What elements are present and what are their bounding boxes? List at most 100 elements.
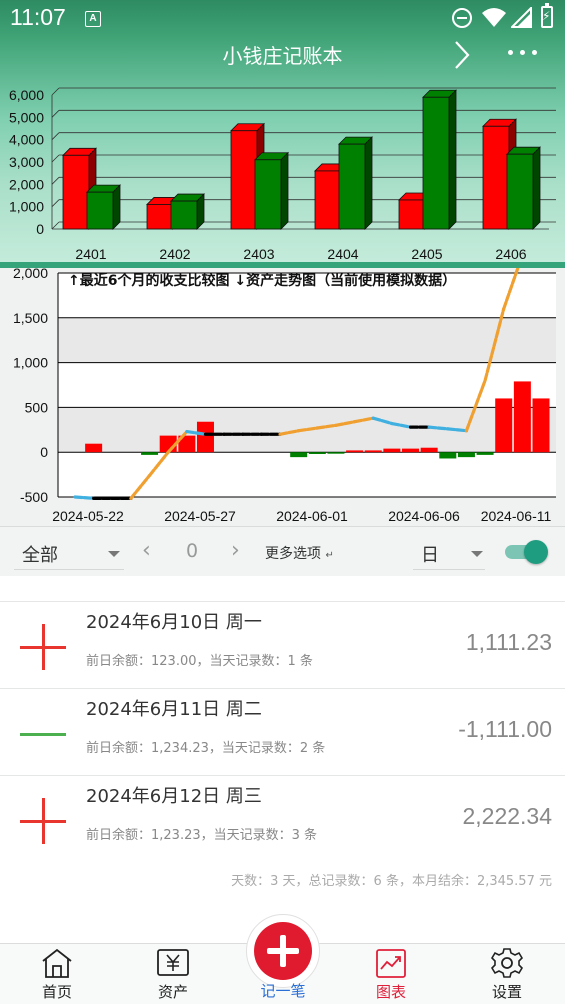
bar bbox=[327, 452, 345, 454]
grid-line bbox=[51, 154, 60, 163]
x-tick-label: 2403 bbox=[243, 246, 274, 262]
x-tick-label: 2401 bbox=[75, 246, 106, 262]
record-amount: 1,111.23 bbox=[465, 629, 552, 655]
bar bbox=[170, 200, 198, 230]
y-tick-label: 0 bbox=[40, 444, 48, 460]
bar bbox=[254, 159, 282, 230]
more-icon[interactable] bbox=[508, 50, 537, 55]
wifi-icon bbox=[482, 8, 506, 27]
record-date: 2024年6月10日 周一 bbox=[86, 612, 262, 633]
nav-label: 图表 bbox=[375, 983, 406, 1001]
bar bbox=[402, 448, 420, 453]
grid-band bbox=[58, 362, 556, 408]
asset-line-segment bbox=[446, 427, 469, 433]
record-row[interactable]: 2024年6月10日 周一前日余额：123.00，当天记录数：1 条 1,111.… bbox=[0, 601, 565, 688]
bar-side bbox=[448, 89, 457, 230]
bar-side bbox=[280, 151, 289, 230]
y-tick-label: 4,000 bbox=[9, 132, 44, 148]
bar-side bbox=[112, 184, 121, 230]
bar bbox=[196, 421, 214, 453]
asset-line-segment bbox=[73, 495, 96, 500]
minus-icon bbox=[20, 711, 68, 759]
nav-assets[interactable]: 资产 bbox=[133, 944, 213, 1004]
add-record-button[interactable] bbox=[254, 922, 312, 980]
bar bbox=[422, 96, 450, 230]
y-tick-label: 2,000 bbox=[13, 268, 48, 281]
next-page-icon[interactable]: › bbox=[231, 538, 240, 563]
record-info: 前日余额：123.00，当天记录数：1 条 bbox=[86, 654, 313, 669]
x-tick-label: 2405 bbox=[411, 246, 442, 262]
nav-charts[interactable]: 图表 bbox=[351, 944, 431, 1004]
x-tick-label: 2406 bbox=[495, 246, 526, 262]
dnd-icon bbox=[452, 8, 472, 28]
chevron-down-icon[interactable] bbox=[108, 551, 120, 557]
record-amount: 2,222.34 bbox=[462, 803, 552, 829]
record-row[interactable]: 2024年6月12日 周三 前日余额：1,23.23，当天记录数：3 条 2,222… bbox=[0, 775, 565, 862]
x-tick-label: 2024-05-22 bbox=[52, 508, 124, 524]
more-options-button[interactable]: 更多选项 ↵ bbox=[265, 543, 334, 563]
grid-line bbox=[51, 177, 60, 185]
bar bbox=[476, 452, 494, 455]
bar bbox=[383, 448, 401, 453]
x-tick-label: 2402 bbox=[159, 246, 190, 262]
record-info: 前日余额：1,23.23，当天记录数：3 条 bbox=[86, 828, 318, 843]
bar bbox=[398, 199, 426, 230]
chevron-down-icon[interactable] bbox=[471, 551, 483, 557]
yen-icon bbox=[157, 949, 189, 976]
header-area: 11:07 A 小钱庄记账本 0 1,000 2,000 3,000 4,000 5,00… bbox=[0, 0, 565, 262]
x-tick-label: 2404 bbox=[327, 246, 358, 262]
status-bar: 11:07 A bbox=[0, 0, 565, 36]
grid-line bbox=[51, 199, 60, 207]
bar bbox=[457, 452, 475, 458]
asset-trend-chart: -500 0 500 1,000 1,500 2,000 2024-05-22 2024-05… bbox=[13, 268, 556, 524]
nav-label: 首页 bbox=[41, 983, 72, 1001]
bar bbox=[230, 130, 258, 230]
gear-icon bbox=[490, 948, 524, 978]
home-icon bbox=[42, 948, 72, 978]
monthly-income-expense-chart: 0 1,000 2,000 3,000 4,000 5,000 6,000 2401 2402 2… bbox=[9, 87, 556, 262]
bar-side bbox=[364, 136, 373, 230]
grid-line bbox=[51, 221, 60, 230]
bar bbox=[290, 452, 308, 458]
bar bbox=[439, 452, 457, 459]
nav-settings[interactable]: 设置 bbox=[467, 944, 547, 1004]
chart-toggle-switch[interactable] bbox=[505, 540, 548, 564]
chart-icon bbox=[376, 949, 406, 978]
record-list: 2024年6月10日 周一前日余额：123.00，当天记录数：1 条 1,111.… bbox=[0, 601, 565, 862]
prev-page-icon[interactable]: ‹ bbox=[142, 538, 151, 563]
nav-label: 设置 bbox=[491, 983, 522, 1001]
chevron-right-icon[interactable] bbox=[452, 40, 472, 70]
bar bbox=[308, 452, 326, 454]
chart-title: ↑最近6个月的收支比较图 ↓资产走势图（当前使用模拟数据） bbox=[68, 273, 457, 289]
grid-band bbox=[58, 452, 556, 497]
x-tick-label: 2024-06-01 bbox=[276, 508, 348, 524]
record-info: 前日余额：1,234.23，当天记录数：2 条 bbox=[86, 741, 326, 756]
bar bbox=[506, 153, 534, 230]
y-tick-label: 1,500 bbox=[13, 310, 48, 326]
bar bbox=[420, 447, 438, 453]
plus-icon bbox=[20, 798, 68, 846]
a-icon: A bbox=[85, 11, 101, 27]
x-tick-label: 2024-06-06 bbox=[388, 508, 460, 524]
y-tick-label: 1,000 bbox=[9, 199, 44, 215]
grid-line bbox=[51, 110, 60, 118]
bar bbox=[495, 398, 513, 453]
bar bbox=[86, 191, 114, 230]
add-record-label[interactable]: 记一笔 bbox=[243, 980, 323, 1001]
category-select[interactable]: 全部 bbox=[22, 541, 58, 567]
x-tick-label: 2024-06-11 bbox=[481, 508, 552, 524]
nav-home[interactable]: 首页 bbox=[17, 944, 97, 1004]
status-time: 11:07 bbox=[10, 4, 66, 30]
y-tick-label: 2,000 bbox=[9, 176, 44, 192]
record-row[interactable]: 2024年6月11日 周二 前日余额：1,234.23，当天记录数：2 条 -1,1… bbox=[0, 688, 565, 775]
y-tick-label: 0 bbox=[36, 221, 44, 237]
y-tick-label: -500 bbox=[20, 489, 48, 505]
plus-icon bbox=[20, 624, 68, 672]
grid-line bbox=[51, 87, 60, 96]
y-tick-label: 6,000 bbox=[9, 87, 44, 103]
period-select[interactable]: 日 bbox=[421, 541, 439, 567]
y-tick-label: 500 bbox=[25, 399, 49, 415]
asset-line-segment bbox=[427, 425, 450, 431]
bar bbox=[85, 443, 103, 453]
page-number: 0 bbox=[186, 540, 199, 562]
